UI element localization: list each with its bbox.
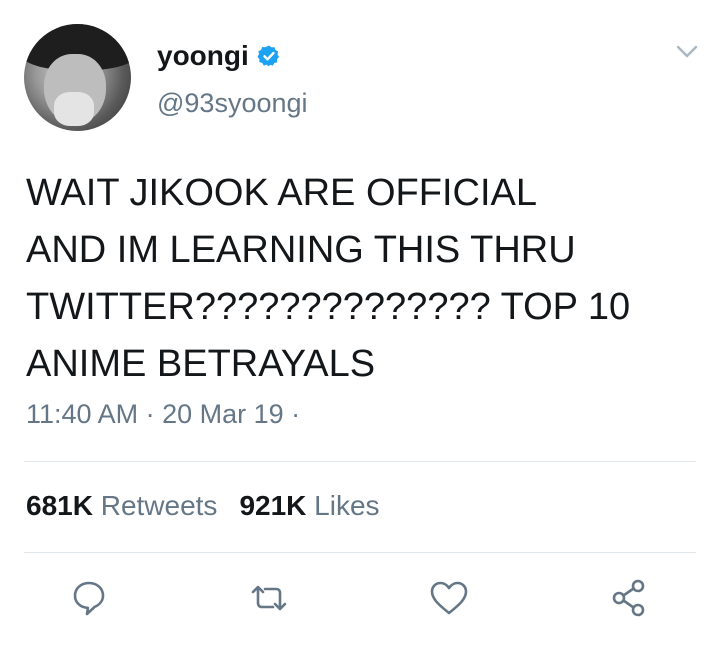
likes-count: 921K xyxy=(239,490,307,521)
retweet-icon xyxy=(251,585,287,611)
divider xyxy=(24,461,696,462)
action-bar xyxy=(0,573,720,627)
user-handle[interactable]: @93syoongi xyxy=(157,88,308,119)
chevron-down-icon[interactable] xyxy=(676,44,698,60)
share-icon xyxy=(612,579,645,617)
like-button[interactable] xyxy=(424,573,474,623)
retweet-button[interactable] xyxy=(244,573,294,623)
tweet-stats: 681K Retweets 921K Likes xyxy=(26,490,380,522)
divider xyxy=(24,552,696,553)
likes-label: Likes xyxy=(314,490,380,521)
retweets-label: Retweets xyxy=(100,490,218,521)
display-name-row[interactable]: yoongi xyxy=(157,40,281,72)
likes-stat[interactable]: 921K Likes xyxy=(239,490,379,522)
avatar[interactable] xyxy=(24,24,131,131)
tweet-timestamp[interactable]: 11:40 AM · 20 Mar 19 · xyxy=(26,399,300,430)
verified-badge-icon xyxy=(257,45,279,67)
reply-button[interactable] xyxy=(64,573,114,623)
heart-icon xyxy=(430,581,468,615)
reply-icon xyxy=(73,581,105,616)
retweets-count: 681K xyxy=(26,490,93,521)
share-button[interactable] xyxy=(604,573,654,623)
retweets-stat[interactable]: 681K Retweets xyxy=(26,490,217,522)
tweet-card: yoongi @93syoongi WAIT JIKOOK ARE OFFICI… xyxy=(0,0,720,651)
tweet-text: WAIT JIKOOK ARE OFFICIAL AND IM LEARNING… xyxy=(26,172,631,385)
display-name[interactable]: yoongi xyxy=(157,40,249,72)
